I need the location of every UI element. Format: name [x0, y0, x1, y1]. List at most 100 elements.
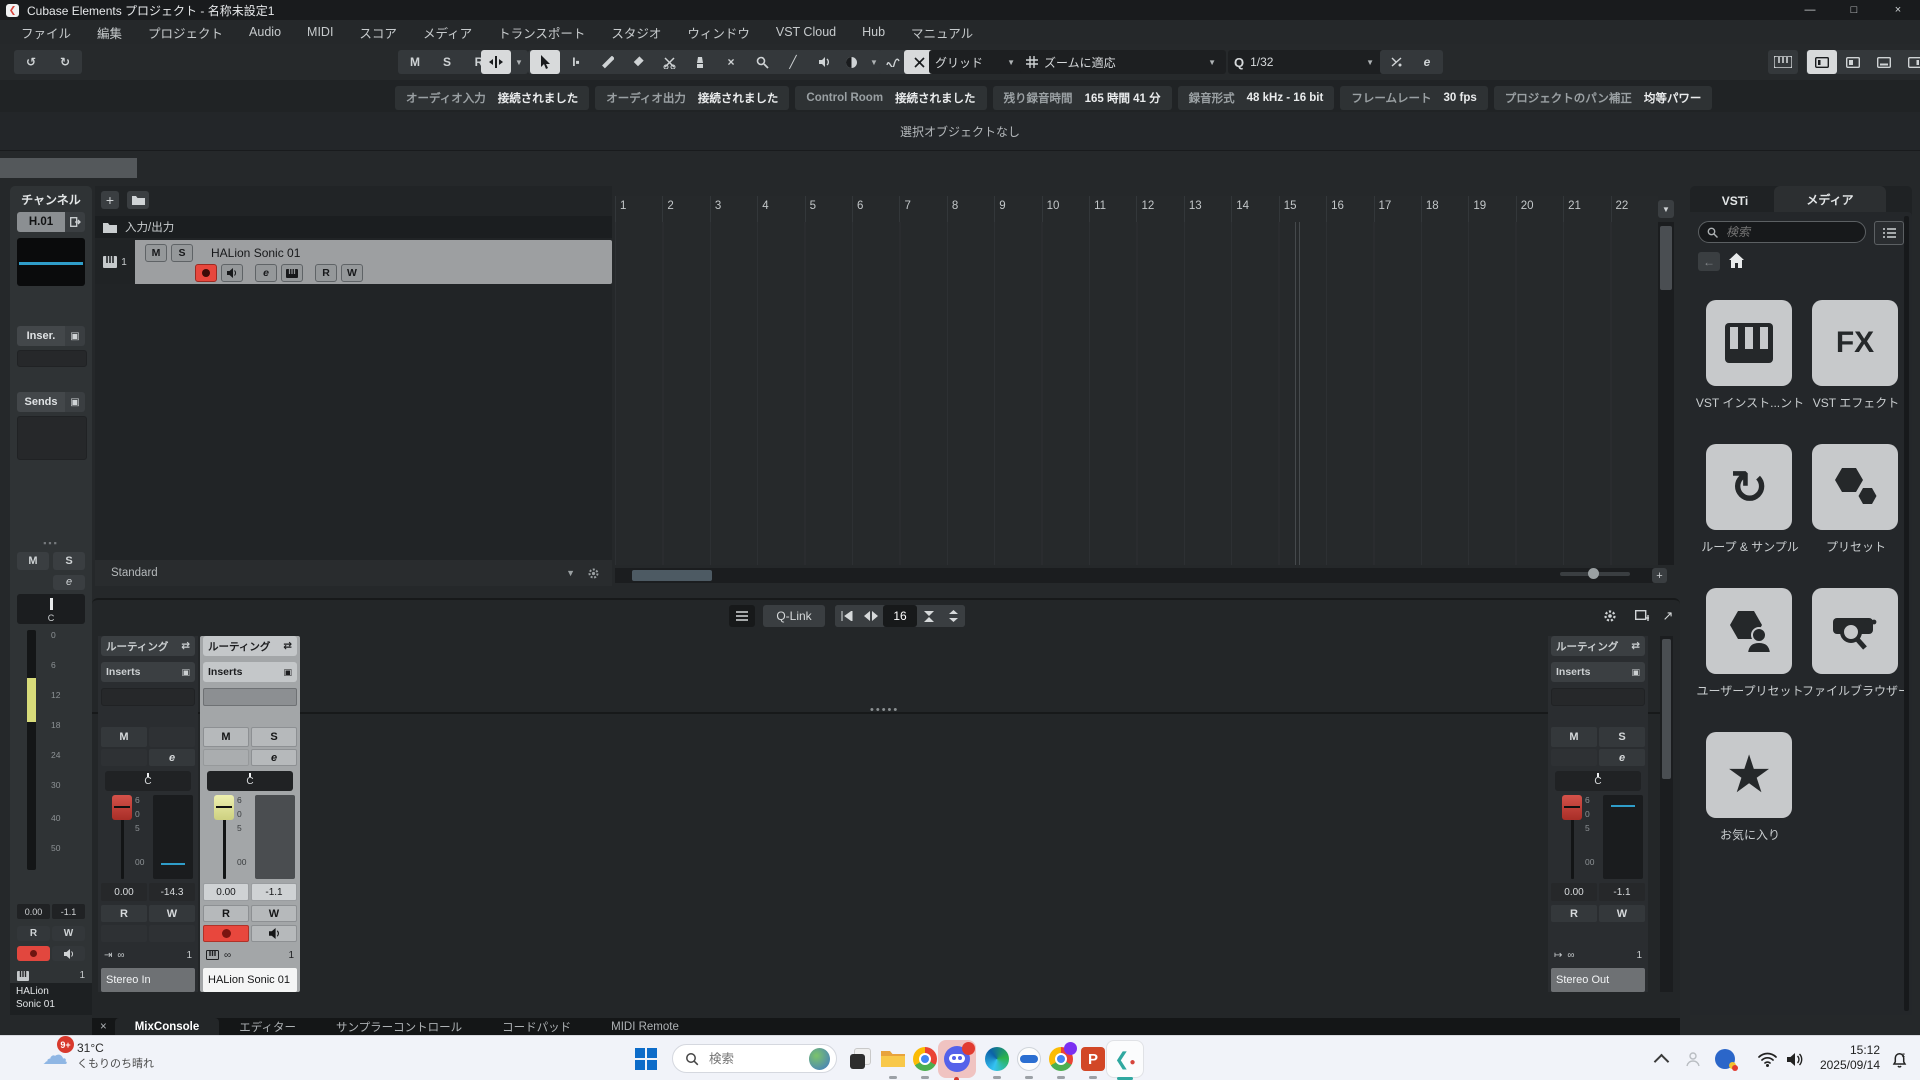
tab-media[interactable]: メディア: [1774, 186, 1886, 212]
taskbar-search[interactable]: [672, 1044, 837, 1073]
mute-button[interactable]: M: [17, 552, 49, 570]
menu-item[interactable]: マニュアル: [898, 23, 986, 42]
menu-item[interactable]: VST Cloud: [763, 25, 849, 39]
track-read-button[interactable]: R: [315, 264, 337, 282]
timeline-ruler[interactable]: 12345678910111213141516171819202122: [615, 196, 1658, 223]
media-scrollbar[interactable]: [1904, 216, 1909, 1011]
mixconsole-scrollbar[interactable]: [1660, 636, 1673, 992]
pan-control[interactable]: C: [17, 594, 85, 624]
inserts-rack[interactable]: Inserts▣: [203, 662, 297, 682]
info-item[interactable]: Control Room 接続されました: [795, 86, 986, 110]
right-zone-toggle-icon[interactable]: [1900, 50, 1920, 74]
monitor-icon[interactable]: [251, 925, 297, 942]
close-button[interactable]: ×: [1876, 0, 1920, 20]
inserts-rack[interactable]: Inserts▣: [1551, 662, 1645, 682]
line-tool-icon[interactable]: ╱: [778, 50, 808, 74]
erase-tool-icon[interactable]: [623, 50, 653, 74]
fader-handle[interactable]: [214, 795, 234, 820]
sends-slot[interactable]: [17, 416, 87, 460]
menu-item[interactable]: MIDI: [294, 25, 346, 39]
menu-item[interactable]: メディア: [410, 23, 485, 42]
info-item[interactable]: プロジェクトのパン補正 均等パワー: [1494, 86, 1713, 110]
channel-id[interactable]: H.01: [17, 212, 65, 232]
back-icon[interactable]: ←: [1698, 252, 1720, 271]
menu-item[interactable]: ウィンドウ: [674, 23, 763, 42]
onscreen-keyboard-icon[interactable]: [1768, 50, 1798, 74]
read-automation-button[interactable]: R: [17, 926, 50, 941]
insert-slot[interactable]: [17, 350, 87, 367]
undo-button[interactable]: ↺: [16, 50, 46, 74]
write-automation-button[interactable]: W: [149, 905, 195, 922]
home-icon[interactable]: [1728, 252, 1745, 269]
insert-slot[interactable]: [1551, 688, 1645, 706]
maximize-button[interactable]: □: [1832, 0, 1876, 20]
tab-chord-pads[interactable]: コードパッド: [482, 1018, 591, 1035]
instrument-track[interactable]: 1 M S HALion Sonic 01 e R W: [95, 240, 612, 284]
edit-settings-button[interactable]: e: [251, 749, 297, 766]
taskbar-clock[interactable]: 15:12 2025/09/14: [1806, 1043, 1880, 1073]
iterative-quantize-icon[interactable]: [1381, 50, 1411, 74]
peak-value[interactable]: -1.1: [251, 883, 297, 901]
read-automation-button[interactable]: R: [203, 905, 249, 922]
tile-presets[interactable]: [1812, 444, 1898, 530]
media-search[interactable]: [1698, 221, 1866, 243]
vertical-scrollbar[interactable]: [1658, 222, 1674, 565]
minimize-button[interactable]: —: [1788, 0, 1832, 20]
horizontal-scrollbar-thumb[interactable]: [632, 570, 712, 581]
tab-editor[interactable]: エディター: [219, 1018, 316, 1035]
notification-bell-icon[interactable]: z: [1884, 1044, 1914, 1074]
volume-value[interactable]: 0.00: [1551, 883, 1597, 901]
mute-tool-icon[interactable]: ×: [716, 50, 746, 74]
peak-value[interactable]: -14.3: [149, 883, 195, 901]
bank-scroll-icon[interactable]: [941, 605, 965, 627]
results-view-icon[interactable]: [1874, 221, 1904, 245]
agent-preset-value[interactable]: Standard: [95, 567, 158, 579]
routing-rack[interactable]: ルーティング⇄: [1551, 636, 1645, 656]
record-enable-button[interactable]: [17, 946, 50, 961]
edge-icon[interactable]: [982, 1044, 1012, 1074]
pan-control[interactable]: C: [1555, 771, 1641, 791]
grid-mode-select[interactable]: ズームに適応 ▼: [1020, 50, 1226, 74]
fader-handle[interactable]: [1562, 795, 1582, 820]
tile-user-presets[interactable]: [1706, 588, 1792, 674]
tile-favorites[interactable]: ★: [1706, 732, 1792, 818]
mixconsole-menu-icon[interactable]: [729, 605, 755, 627]
chrome-profile-icon[interactable]: [1046, 1044, 1076, 1074]
app-icon-blue-sphere[interactable]: [1014, 1044, 1044, 1074]
insert-slot[interactable]: [101, 688, 195, 706]
tile-loops-samples[interactable]: ↻: [1706, 444, 1792, 530]
tile-file-browser[interactable]: [1812, 588, 1898, 674]
use-track-preset-icon[interactable]: [127, 191, 149, 209]
mute-button[interactable]: M: [203, 727, 249, 747]
lower-zone-toggle-icon[interactable]: [1869, 50, 1899, 74]
redo-button[interactable]: ↻: [50, 50, 80, 74]
pan-handle[interactable]: [50, 598, 53, 610]
mute-all-button[interactable]: M: [400, 50, 430, 74]
channel-overview[interactable]: [17, 238, 85, 286]
autoscroll-icon[interactable]: [481, 50, 511, 74]
sends-section[interactable]: Sends: [17, 392, 65, 412]
mixconsole-scrollbar-thumb[interactable]: [1662, 639, 1671, 779]
info-item[interactable]: フレームレート 30 fps: [1340, 86, 1487, 110]
draw-tool-icon[interactable]: [592, 50, 622, 74]
edit-settings-button[interactable]: e: [149, 749, 195, 766]
quantize-select[interactable]: Q 1/32 ▼: [1228, 50, 1384, 74]
menu-item[interactable]: スタジオ: [598, 23, 674, 42]
inserts-rack[interactable]: Inserts▣: [101, 662, 195, 682]
open-in-window-icon[interactable]: [1630, 605, 1654, 627]
mute-button[interactable]: M: [1551, 727, 1597, 747]
peak-value[interactable]: -1.1: [1599, 883, 1645, 901]
solo-button[interactable]: S: [53, 552, 85, 570]
vertical-scrollbar-thumb[interactable]: [1660, 226, 1672, 290]
arrange-area[interactable]: [615, 222, 1658, 565]
tray-expand-icon[interactable]: [1646, 1044, 1676, 1074]
menu-item[interactable]: スコア: [346, 23, 410, 42]
solo-all-button[interactable]: S: [432, 50, 462, 74]
bank-zoom-icon[interactable]: [917, 605, 941, 627]
left-zone-toggle-icon[interactable]: [1807, 50, 1837, 74]
add-track-button[interactable]: +: [101, 191, 119, 209]
mixconsole-setup-icon[interactable]: [1598, 605, 1622, 627]
inserts-section[interactable]: Inser.: [17, 326, 65, 346]
track-mute-button[interactable]: M: [145, 244, 167, 262]
discord-icon[interactable]: [942, 1044, 972, 1074]
